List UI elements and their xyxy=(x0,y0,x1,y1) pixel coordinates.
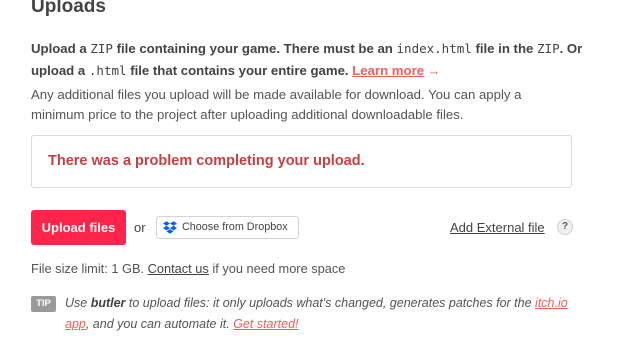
section-title: Uploads xyxy=(31,0,106,17)
uploads-section: Uploads Upload a ZIP file containing you… xyxy=(0,0,623,361)
file-size-limit: File size limit: 1 GB. Contact us if you… xyxy=(31,261,345,276)
file-limit-suffix: if you need more space xyxy=(208,261,346,276)
tip-use: Use xyxy=(65,296,91,310)
tip-badge: TIP xyxy=(31,296,56,312)
instructions-text-1: Upload a xyxy=(31,41,91,56)
code-index-html: index.html xyxy=(396,41,472,56)
contact-us-link[interactable]: Contact us xyxy=(148,261,209,276)
error-box: There was a problem completing your uplo… xyxy=(31,135,572,188)
learn-more-link[interactable]: Learn more xyxy=(352,63,424,78)
dropbox-button-label: Choose from Dropbox xyxy=(182,221,288,233)
tip-text-1: to upload files: it only uploads what's … xyxy=(125,296,536,310)
upload-instructions: Upload a ZIP file containing your game. … xyxy=(31,38,601,82)
instructions-text-5: file that contains your entire game. xyxy=(126,63,353,78)
add-external-file-link[interactable]: Add External file xyxy=(450,220,545,235)
code-zip: ZIP xyxy=(90,41,113,56)
or-label: or xyxy=(134,220,146,235)
question-icon[interactable]: ? xyxy=(557,219,573,235)
arrow-right-icon: → xyxy=(427,63,441,78)
code-html: .html xyxy=(88,63,127,78)
additional-files-info: Any additional files you upload will be … xyxy=(31,87,522,122)
code-zip-2: ZIP xyxy=(537,41,560,56)
tip-text-2: , and you can automate it. xyxy=(85,317,234,331)
file-limit-prefix: File size limit: 1 GB. xyxy=(31,261,148,276)
butler-name: butler xyxy=(90,296,126,310)
upload-files-button[interactable]: Upload files xyxy=(31,210,126,245)
error-message: There was a problem completing your uplo… xyxy=(48,153,365,169)
get-started-link[interactable]: Get started! xyxy=(233,317,298,331)
butler-tip: Use butler to upload files: it only uplo… xyxy=(65,293,585,335)
instructions-text-2: file containing your game. There must be… xyxy=(112,41,397,56)
instructions-text-3: file in the xyxy=(471,41,538,56)
choose-from-dropbox-button[interactable]: Choose from Dropbox xyxy=(156,216,299,239)
dropbox-icon xyxy=(163,221,177,234)
